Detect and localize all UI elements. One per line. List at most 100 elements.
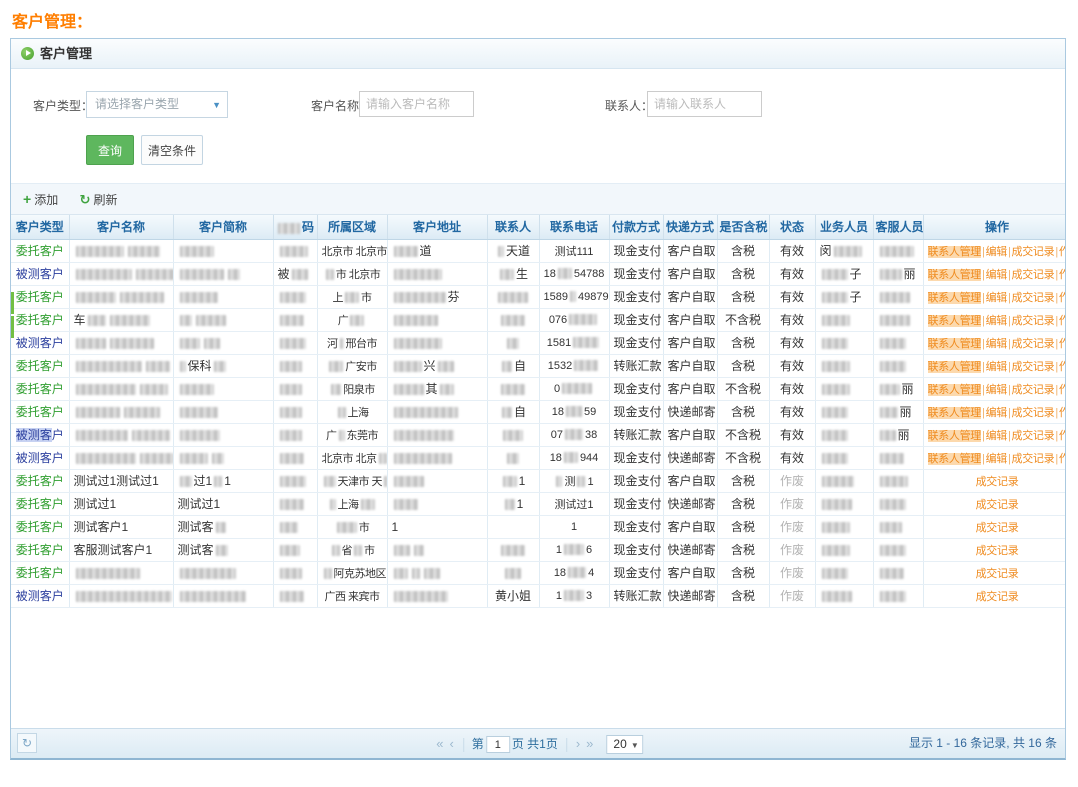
redacted-text [136,269,174,280]
page-size-select[interactable]: 20▼ [606,735,642,754]
op-deal-records[interactable]: 成交记录 [976,545,1019,557]
op-void[interactable]: 作废 [1059,384,1065,396]
status: 有效 [769,239,815,262]
op-deal-records[interactable]: 成交记录 [1012,269,1055,281]
op-deal-records[interactable]: 成交记录 [976,499,1019,511]
op-void[interactable]: 作废 [1059,292,1065,304]
redacted-text [280,292,306,303]
op-deal-records[interactable]: 成交记录 [1012,430,1055,442]
column-header-address[interactable]: 客户地址 [387,215,487,239]
redacted-text [337,522,357,533]
op-manage-contacts[interactable]: 联系人管理 [928,384,982,396]
redacted-text [280,246,308,257]
column-header-customer-type[interactable]: 客户类型 [11,215,69,239]
column-header-sales-person[interactable]: 业务人员 [815,215,873,239]
address [387,423,487,446]
phone: 1532 [539,354,609,377]
op-deal-records[interactable]: 成交记录 [1012,292,1055,304]
delivery-method: 客户自取 [663,423,717,446]
customer-shortname [173,285,273,308]
column-header-tax-included[interactable]: 是否含税 [717,215,769,239]
op-separator: | [1008,269,1011,281]
op-manage-contacts[interactable]: 联系人管理 [928,453,982,465]
op-edit[interactable]: 编辑 [986,292,1007,304]
column-header-status[interactable]: 状态 [769,215,815,239]
search-button[interactable]: 查询 [86,135,134,165]
op-manage-contacts[interactable]: 联系人管理 [928,269,982,281]
op-deal-records[interactable]: 成交记录 [976,591,1019,603]
op-edit[interactable]: 编辑 [986,384,1007,396]
op-manage-contacts[interactable]: 联系人管理 [928,430,982,442]
current-page-input[interactable] [486,736,510,753]
op-deal-records[interactable]: 成交记录 [976,476,1019,488]
redacted-text [280,430,302,441]
op-deal-records[interactable]: 成交记录 [1012,453,1055,465]
column-header-code[interactable]: 码 [273,215,317,239]
tax-included: 含税 [717,561,769,584]
op-deal-records[interactable]: 成交记录 [1012,315,1055,327]
op-deal-records[interactable]: 成交记录 [1012,407,1055,419]
refresh-button[interactable]: ↻刷新 [80,193,118,207]
op-void[interactable]: 作废 [1059,315,1065,327]
region: 阿克苏地区 [317,561,387,584]
contact-input[interactable] [647,91,762,117]
op-manage-contacts[interactable]: 联系人管理 [928,246,982,258]
op-edit[interactable]: 编辑 [986,361,1007,373]
op-deal-records[interactable]: 成交记录 [1012,384,1055,396]
redacted-text [394,453,452,464]
op-manage-contacts[interactable]: 联系人管理 [928,407,982,419]
code [273,354,317,377]
op-edit[interactable]: 编辑 [986,338,1007,350]
op-void[interactable]: 作废 [1059,246,1065,258]
column-header-phone[interactable]: 联系电话 [539,215,609,239]
op-manage-contacts[interactable]: 联系人管理 [928,315,982,327]
next-page-button[interactable]: › [576,736,580,751]
column-header-customer-shortname[interactable]: 客户简称 [173,215,273,239]
op-edit[interactable]: 编辑 [986,453,1007,465]
op-void[interactable]: 作废 [1059,361,1065,373]
op-deal-records[interactable]: 成交记录 [1012,338,1055,350]
redacted-text [146,361,170,372]
column-header-service-person[interactable]: 客服人员 [873,215,923,239]
op-edit[interactable]: 编辑 [986,315,1007,327]
customer-name-input[interactable] [359,91,474,117]
column-header-operations[interactable]: 操作 [923,215,1065,239]
column-header-payment-method[interactable]: 付款方式 [609,215,663,239]
op-deal-records[interactable]: 成交记录 [1012,246,1055,258]
phone: 13 [539,584,609,607]
column-header-region[interactable]: 所属区域 [317,215,387,239]
op-edit[interactable]: 编辑 [986,430,1007,442]
op-manage-contacts[interactable]: 联系人管理 [928,361,982,373]
op-edit[interactable]: 编辑 [986,269,1007,281]
op-manage-contacts[interactable]: 联系人管理 [928,338,982,350]
add-button[interactable]: +添加 [23,193,58,207]
first-page-button[interactable]: « [436,736,443,751]
op-manage-contacts[interactable]: 联系人管理 [928,292,982,304]
op-separator: | [982,338,985,350]
code [273,423,317,446]
op-void[interactable]: 作废 [1059,407,1065,419]
customer-type-select[interactable]: 请选择客户类型 ▼ [86,91,228,118]
phone: 0 [539,377,609,400]
column-header-contact[interactable]: 联系人 [487,215,539,239]
table-row: 委托客户测试客户1测试客市11现金支付客户自取含税作废成交记录 [11,515,1065,538]
op-edit[interactable]: 编辑 [986,407,1007,419]
pager-refresh-button[interactable]: ↻ [17,733,37,753]
op-void[interactable]: 作废 [1059,269,1065,281]
clear-button[interactable]: 清空条件 [141,135,203,165]
op-void[interactable]: 作废 [1059,453,1065,465]
customer-type-placeholder: 请选择客户类型 [95,97,179,111]
column-header-customer-name[interactable]: 客户名称 [69,215,173,239]
op-deal-records[interactable]: 成交记录 [976,568,1019,580]
op-void[interactable]: 作废 [1059,430,1065,442]
operations: 联系人管理|编辑|成交记录|作废 [923,262,1065,285]
op-deal-records[interactable]: 成交记录 [976,522,1019,534]
op-edit[interactable]: 编辑 [986,246,1007,258]
column-header-delivery-method[interactable]: 快递方式 [663,215,717,239]
op-deal-records[interactable]: 成交记录 [1012,361,1055,373]
op-void[interactable]: 作废 [1059,338,1065,350]
last-page-button[interactable]: » [586,736,593,751]
prev-page-button[interactable]: ‹ [449,736,453,751]
delivery-method: 客户自取 [663,262,717,285]
customer-type-label: 委托客户 [16,566,64,580]
